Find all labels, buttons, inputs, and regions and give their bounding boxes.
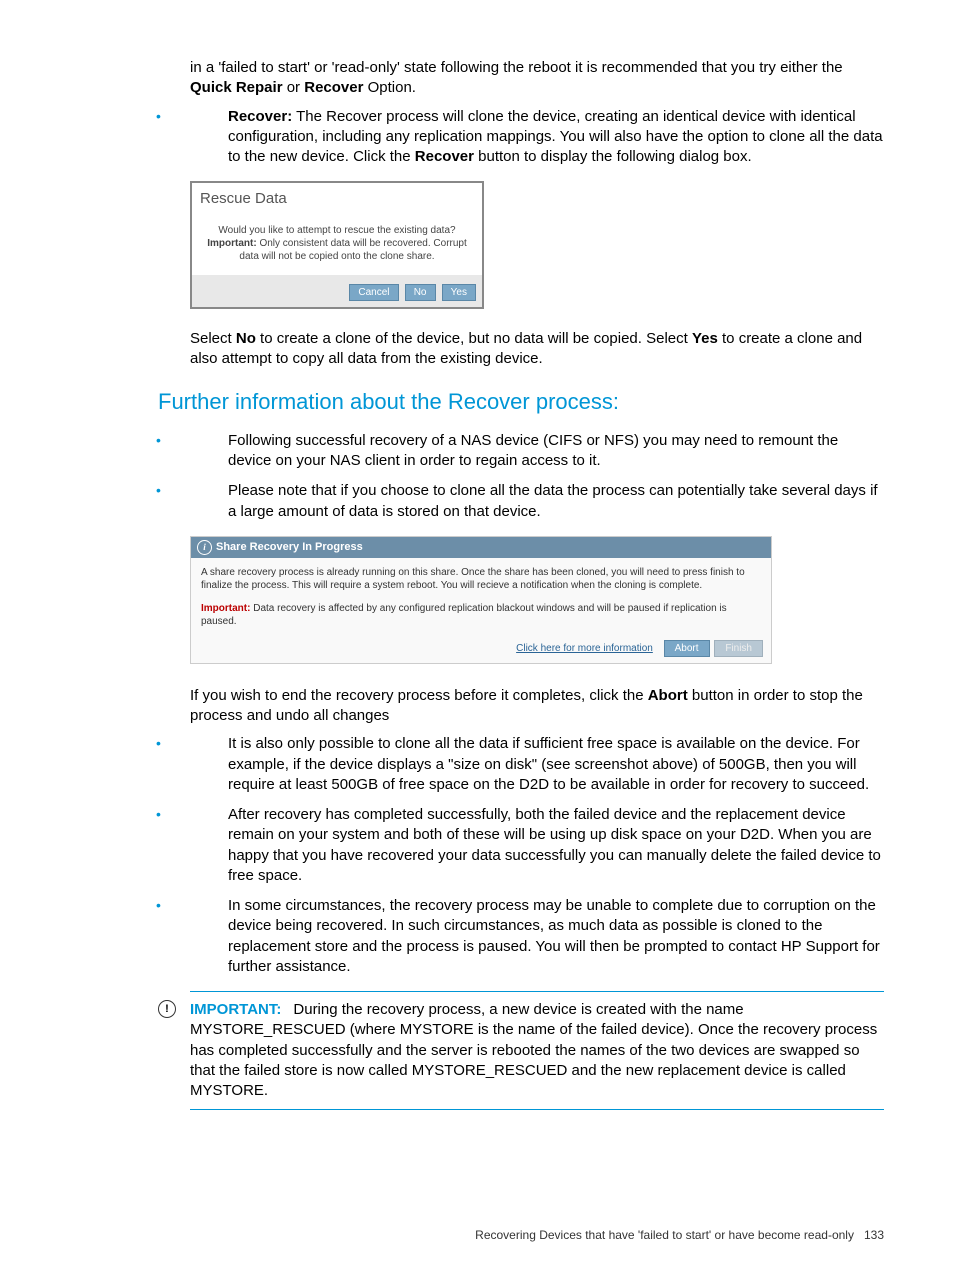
- text: Only consistent data will be recovered. …: [239, 238, 466, 262]
- no-button[interactable]: No: [405, 284, 436, 301]
- recover-lead: Recover:: [228, 108, 292, 125]
- bold-text: No: [236, 330, 256, 347]
- bold-text: Abort: [648, 687, 688, 704]
- info-icon: i: [197, 540, 212, 555]
- panel-body: A share recovery process is already runn…: [191, 558, 771, 636]
- rescue-data-dialog: Rescue Data Would you like to attempt to…: [190, 181, 884, 309]
- text: button to display the following dialog b…: [474, 148, 752, 165]
- bold-text: Quick Repair: [190, 79, 283, 96]
- list-item: In some circumstances, the recovery proc…: [70, 896, 884, 977]
- list-item: Following successful recovery of a NAS d…: [70, 431, 884, 472]
- abort-button[interactable]: Abort: [664, 640, 710, 657]
- text: Data recovery is affected by any configu…: [201, 603, 727, 627]
- text: Would you like to attempt to rescue the …: [218, 225, 455, 236]
- important-label: IMPORTANT:: [190, 1001, 281, 1018]
- list-item: Recover: The Recover process will clone …: [70, 107, 884, 168]
- bold-text: Recover: [304, 79, 363, 96]
- text: Select: [190, 330, 236, 347]
- section-heading: Further information about the Recover pr…: [158, 387, 884, 417]
- text: Option.: [363, 79, 416, 96]
- list-item: It is also only possible to clone all th…: [70, 734, 884, 795]
- dialog-button-row: Cancel No Yes: [192, 275, 482, 307]
- text: If you wish to end the recovery process …: [190, 687, 648, 704]
- alert-icon: !: [158, 1000, 176, 1018]
- text: A share recovery process is already runn…: [201, 566, 761, 592]
- text: in a 'failed to start' or 'read-only' st…: [190, 59, 843, 76]
- page-footer: Recovering Devices that have 'failed to …: [475, 1227, 884, 1243]
- panel-title: Share Recovery In Progress: [216, 540, 363, 555]
- bold-text: Yes: [692, 330, 718, 347]
- panel-title-bar: i Share Recovery In Progress: [191, 537, 771, 558]
- finish-button: Finish: [714, 640, 763, 657]
- bullet-list: It is also only possible to clone all th…: [70, 734, 884, 977]
- important-label: Important:: [201, 603, 250, 614]
- text: to create a clone of the device, but no …: [256, 330, 692, 347]
- text: or: [283, 79, 305, 96]
- dialog-body: Would you like to attempt to rescue the …: [192, 214, 482, 275]
- cancel-button[interactable]: Cancel: [349, 284, 398, 301]
- page: in a 'failed to start' or 'read-only' st…: [0, 0, 954, 1271]
- post-dialog-paragraph: Select No to create a clone of the devic…: [190, 329, 884, 370]
- list-item: Please note that if you choose to clone …: [70, 481, 884, 522]
- important-label: Important:: [207, 238, 256, 249]
- intro-paragraph: in a 'failed to start' or 'read-only' st…: [190, 58, 884, 99]
- yes-button[interactable]: Yes: [442, 284, 476, 301]
- list-item: After recovery has completed successfull…: [70, 805, 884, 886]
- bold-text: Recover: [415, 148, 474, 165]
- footer-text: Recovering Devices that have 'failed to …: [475, 1228, 854, 1242]
- post-panel-paragraph: If you wish to end the recovery process …: [190, 686, 884, 727]
- dialog-title: Rescue Data: [192, 183, 482, 213]
- more-info-link[interactable]: Click here for more information: [516, 643, 653, 654]
- share-recovery-panel: i Share Recovery In Progress A share rec…: [190, 536, 884, 664]
- page-number: 133: [864, 1228, 884, 1242]
- panel-footer: Click here for more information Abort Fi…: [191, 636, 771, 663]
- bullet-list: Following successful recovery of a NAS d…: [70, 431, 884, 522]
- bullet-list: Recover: The Recover process will clone …: [70, 107, 884, 168]
- text: During the recovery process, a new devic…: [190, 1001, 877, 1099]
- important-note: ! IMPORTANT:During the recovery process,…: [190, 991, 884, 1110]
